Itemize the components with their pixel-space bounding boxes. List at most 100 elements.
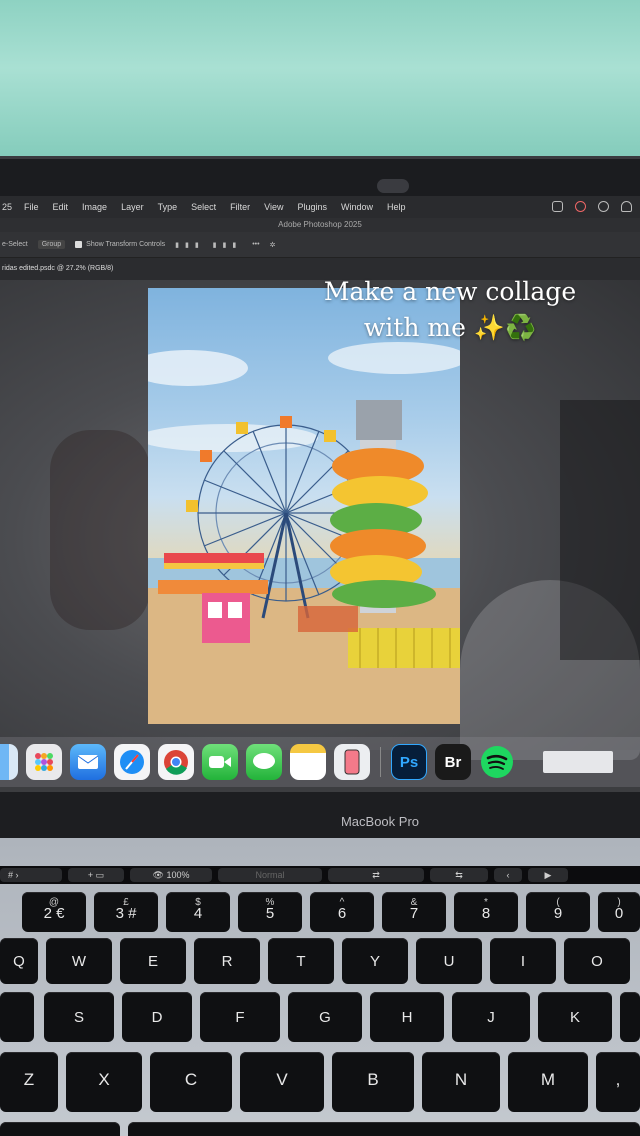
chrome-icon[interactable] <box>158 744 194 780</box>
key-g[interactable]: G <box>288 992 362 1042</box>
touchbar-play[interactable]: ▶ <box>528 868 568 882</box>
key-g-label: G <box>319 1009 331 1026</box>
key-comma-label: , <box>615 1070 621 1089</box>
key-9[interactable]: (9 <box>526 892 590 932</box>
status-icons <box>552 201 632 212</box>
touchbar-opacity[interactable]: 👁 100% <box>130 868 212 882</box>
more-options[interactable]: ••• <box>252 241 259 248</box>
menu-help[interactable]: Help <box>387 202 406 212</box>
touchbar-blend-label: Normal <box>255 870 285 880</box>
key-e-label: E <box>147 953 158 970</box>
key-2[interactable]: @2 € <box>22 892 86 932</box>
touchbar-layers-label: # <box>8 870 14 880</box>
key-q-label: Q <box>13 953 25 970</box>
menu-select[interactable]: Select <box>191 202 216 212</box>
finder-icon[interactable] <box>0 744 18 780</box>
touchbar-layers[interactable]: # › <box>0 868 62 882</box>
key-s[interactable]: S <box>44 992 114 1042</box>
key-e[interactable]: E <box>120 938 186 984</box>
touchbar-collapse[interactable]: ‹ <box>494 868 522 882</box>
key-c[interactable]: C <box>150 1052 232 1112</box>
menu-edit[interactable]: Edit <box>53 202 69 212</box>
key-7[interactable]: & 7 <box>382 892 446 932</box>
safari-icon[interactable] <box>114 744 150 780</box>
key-n[interactable]: N <box>422 1052 500 1112</box>
laptop-brand-label: MacBook Pro <box>340 814 420 829</box>
menu-filter[interactable]: Filter <box>230 202 250 212</box>
messages-icon[interactable] <box>246 744 282 780</box>
key-2-label: 2 € <box>43 905 65 922</box>
group-select[interactable]: Group <box>37 240 66 249</box>
key-4[interactable]: $4 <box>166 892 230 932</box>
key-u[interactable]: U <box>416 938 482 984</box>
menu-view[interactable]: View <box>264 202 283 212</box>
menu-file[interactable]: File <box>24 202 39 212</box>
key-l[interactable] <box>620 992 640 1042</box>
key-z[interactable]: Z <box>0 1052 58 1112</box>
key-r[interactable]: R <box>194 938 260 984</box>
dock: Ps Br <box>0 737 640 787</box>
menu-layer[interactable]: Layer <box>121 202 144 212</box>
key-0-label: 0 <box>614 905 624 922</box>
menu-image[interactable]: Image <box>82 202 107 212</box>
iphone-mirroring-icon[interactable] <box>334 744 370 780</box>
notes-icon[interactable] <box>290 744 326 780</box>
settings-icon[interactable]: ✲ <box>270 241 276 249</box>
key-6[interactable]: ^ 6 <box>310 892 374 932</box>
key-f[interactable]: F <box>200 992 280 1042</box>
menu-window[interactable]: Window <box>341 202 373 212</box>
menu-type[interactable]: Type <box>158 202 178 212</box>
key-k[interactable]: K <box>538 992 612 1042</box>
key-5-label: 5 <box>265 905 275 922</box>
key-8-label: 8 <box>481 905 491 922</box>
key-bottom-mid[interactable] <box>128 1122 640 1136</box>
creative-cloud-icon[interactable] <box>575 201 586 212</box>
display-icon[interactable] <box>552 201 563 212</box>
key-y[interactable]: Y <box>342 938 408 984</box>
key-w[interactable]: W <box>46 938 112 984</box>
key-x[interactable]: X <box>66 1052 142 1112</box>
key-b[interactable]: B <box>332 1052 414 1112</box>
key-o[interactable]: O <box>564 938 630 984</box>
key-a[interactable] <box>0 992 34 1042</box>
photoshop-icon[interactable]: Ps <box>391 744 427 780</box>
key-0[interactable]: ) 0 <box>598 892 640 932</box>
mail-icon[interactable] <box>70 744 106 780</box>
collage-artwork[interactable] <box>148 288 460 724</box>
key-t[interactable]: T <box>268 938 334 984</box>
wifi-icon[interactable] <box>621 201 632 212</box>
touchbar-shuffle[interactable]: ⇄ <box>328 868 424 882</box>
key-3[interactable]: £3 # <box>94 892 158 932</box>
key-q[interactable]: Q <box>0 938 38 984</box>
facetime-icon[interactable] <box>202 744 238 780</box>
key-h[interactable]: H <box>370 992 444 1042</box>
key-i-label: I <box>520 953 526 970</box>
key-j[interactable]: J <box>452 992 530 1042</box>
touchbar-toggle[interactable]: ⇆ <box>430 868 488 882</box>
align-icons[interactable]: ▮▮▮ ▮▮▮ <box>175 241 242 249</box>
key-5[interactable]: % 5 <box>238 892 302 932</box>
key-i[interactable]: I <box>490 938 556 984</box>
launchpad-icon[interactable] <box>26 744 62 780</box>
spotify-icon[interactable] <box>479 744 515 780</box>
key-d[interactable]: D <box>122 992 192 1042</box>
key-m[interactable]: M <box>508 1052 588 1112</box>
auto-select-label[interactable]: e-Select <box>2 241 28 248</box>
show-transform-checkbox[interactable] <box>75 241 83 248</box>
menu-plugins[interactable]: Plugins <box>297 202 327 212</box>
background-water <box>0 0 640 170</box>
record-icon[interactable] <box>598 201 609 212</box>
key-f-label: F <box>235 1009 245 1026</box>
touchbar-new-layer[interactable]: + ▭ <box>68 868 124 882</box>
key-8[interactable]: * 8 <box>454 892 518 932</box>
wall-reflection <box>50 430 150 630</box>
bridge-icon[interactable]: Br <box>435 744 471 780</box>
key-n-label: N <box>454 1070 468 1089</box>
app-menu[interactable]: 25 <box>2 202 12 212</box>
key-comma[interactable]: , <box>596 1052 640 1112</box>
minimized-window[interactable] <box>543 751 613 773</box>
touchbar-blend-mode[interactable]: Normal <box>218 868 322 882</box>
dock-divider <box>380 747 381 777</box>
key-bottom-left[interactable] <box>0 1122 120 1136</box>
key-v[interactable]: V <box>240 1052 324 1112</box>
